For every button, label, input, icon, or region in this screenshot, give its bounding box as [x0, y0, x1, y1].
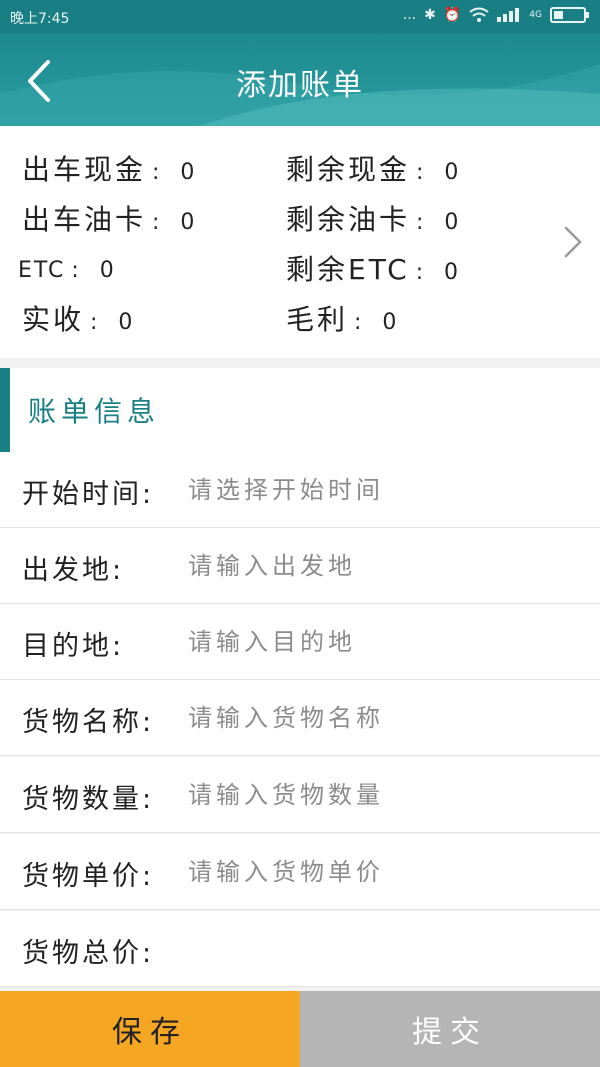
destination-input[interactable] [186, 620, 580, 664]
form-row-start-time[interactable]: 开始时间: [0, 452, 600, 528]
goods-quantity-label: 货物数量: [22, 784, 155, 815]
summary-item-fuelcard-out: 出车油卡: 0 [22, 203, 198, 236]
start-time-field[interactable] [186, 468, 580, 512]
status-bar: 晚上7:45 ... ✱ ⏰ 4G [0, 0, 600, 34]
goods-unit-price-input[interactable] [186, 850, 580, 894]
start-time-label: 开始时间: [22, 479, 155, 510]
save-button[interactable]: 保存 [0, 991, 300, 1067]
summary-item-fuelcard-left: 剩余油卡: 0 [286, 203, 462, 236]
form-row-goods-quantity[interactable]: 货物数量: [0, 757, 600, 833]
origin-label: 出发地: [22, 555, 125, 586]
summary-panel[interactable]: 出车现金: 0 剩余现金: 0 出车油卡: 0 剩余油卡: 0 ETC: 0 剩… [0, 126, 600, 358]
section-title: 账单信息 [28, 395, 161, 428]
form-row-goods-unit-price[interactable]: 货物单价: [0, 834, 600, 910]
page-title: 添加账单 [236, 68, 364, 103]
bluetooth-icon: ✱ [424, 7, 436, 23]
goods-total-field[interactable] [186, 927, 580, 971]
signal-icon [497, 8, 520, 22]
origin-input[interactable] [186, 544, 580, 588]
form-row-goods-total[interactable]: 货物总价: [0, 911, 600, 987]
battery-icon [550, 7, 589, 23]
goods-unit-price-label: 货物单价: [22, 861, 155, 892]
form-row-goods-name[interactable]: 货物名称: [0, 680, 600, 756]
summary-item-cash-left: 剩余现金: 0 [286, 153, 462, 186]
summary-item-profit: 毛利: 0 [286, 303, 400, 336]
form-row-destination[interactable]: 目的地: [0, 604, 600, 680]
chevron-right-icon[interactable] [560, 222, 586, 262]
form-row-origin[interactable]: 出发地: [0, 528, 600, 604]
alarm-icon: ⏰ [443, 7, 462, 23]
summary-item-cash-out: 出车现金: 0 [22, 153, 198, 186]
goods-name-label: 货物名称: [22, 707, 155, 738]
section-accent-bar [0, 368, 10, 452]
network-type: 4G [529, 10, 542, 20]
title-bar: 添加账单 [0, 34, 600, 126]
summary-item-etc-left: 剩余ETC: 0 [286, 253, 462, 286]
summary-item-received: 实收: 0 [22, 303, 136, 336]
summary-item-etc: ETC: 0 [18, 258, 117, 283]
more-dots: ... [402, 7, 417, 23]
section-header-bill-info: 账单信息 [0, 368, 600, 452]
goods-quantity-input[interactable] [186, 773, 580, 817]
destination-label: 目的地: [22, 631, 125, 662]
goods-total-label: 货物总价: [22, 938, 155, 969]
wifi-icon [469, 7, 489, 22]
goods-name-input[interactable] [186, 696, 580, 740]
status-time: 晚上7:45 [10, 11, 70, 27]
status-icons: ... ✱ ⏰ 4G [402, 7, 589, 23]
submit-button[interactable]: 提交 [300, 991, 600, 1067]
